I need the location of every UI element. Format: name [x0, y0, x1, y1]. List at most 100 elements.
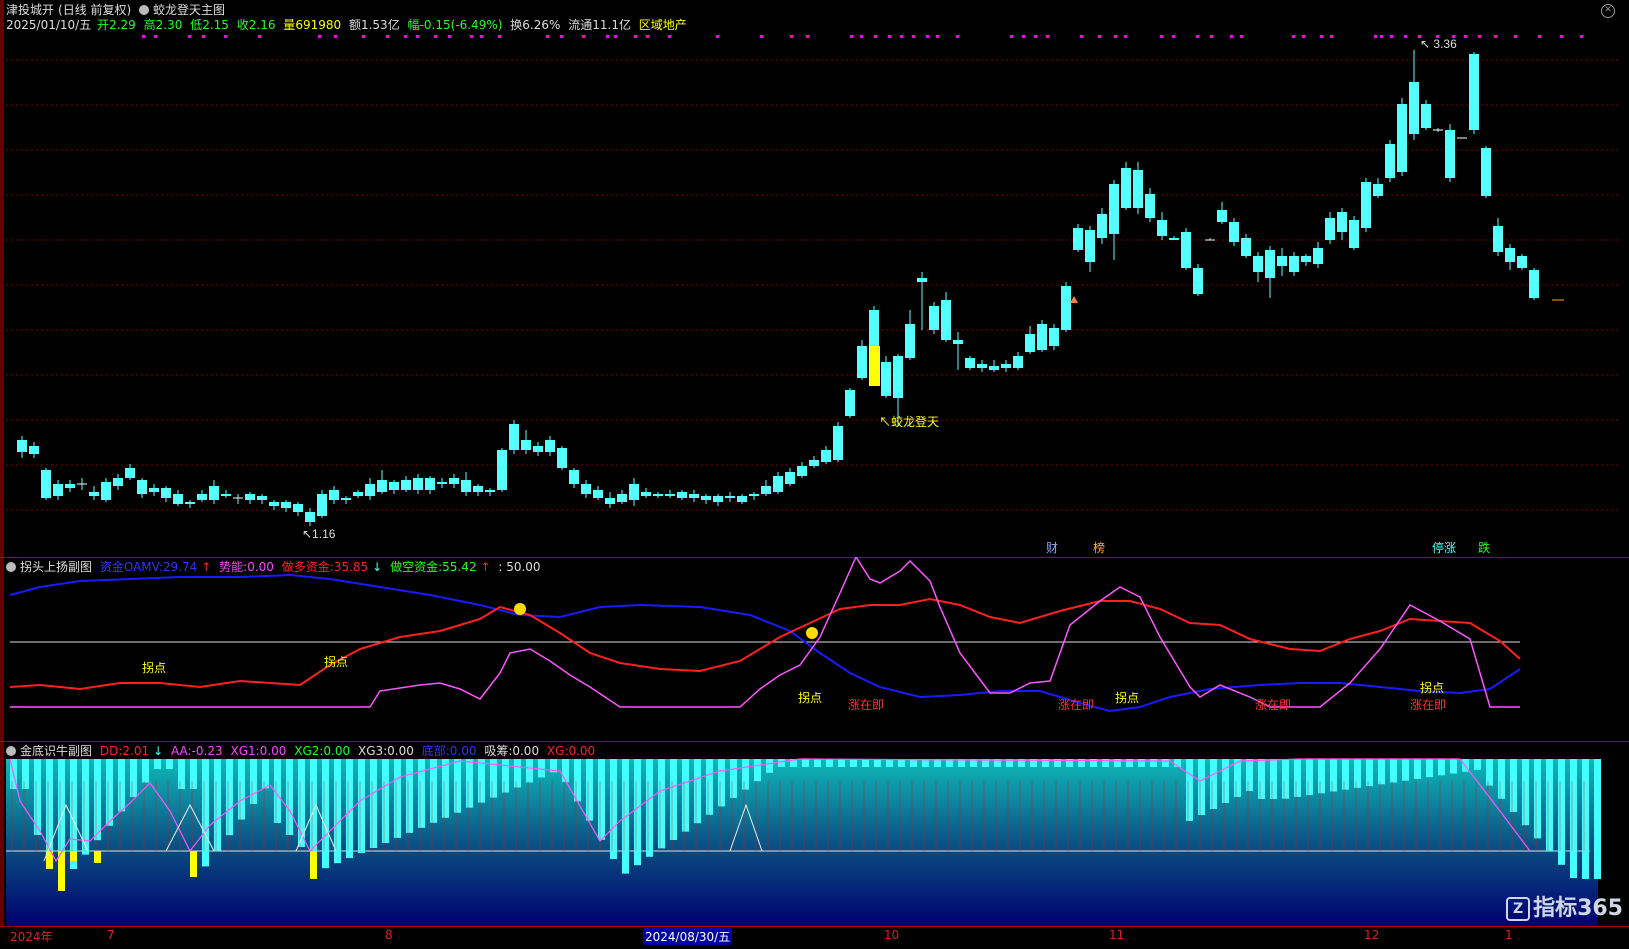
- candle: [869, 306, 879, 352]
- cyan-bar: [838, 759, 845, 767]
- candle-body: [1241, 238, 1251, 256]
- candle-body: [497, 450, 507, 490]
- candle-body: [1385, 144, 1395, 178]
- sub2-f7-value: 0.00: [512, 744, 540, 758]
- candle-body: [605, 498, 615, 504]
- candle-body: [1445, 130, 1455, 178]
- candle: [1133, 162, 1143, 214]
- cyan-bar: [898, 759, 905, 767]
- candle-body: [581, 484, 591, 494]
- candle: [557, 446, 567, 470]
- cyan-bar: [154, 759, 161, 769]
- cyan-bar: [718, 759, 725, 807]
- candle: [653, 492, 663, 498]
- guaidian-label: 拐点: [324, 654, 348, 669]
- signal-dot: [936, 35, 939, 38]
- candle: [1013, 352, 1023, 370]
- cyan-bar: [358, 759, 365, 854]
- sub1-chart[interactable]: 拐点 拐点拐点 拐点拐点涨在即 涨在即 涨在即 涨在即: [0, 557, 1629, 742]
- candle-body: [713, 496, 723, 502]
- candle: [1109, 180, 1119, 260]
- sub2-title[interactable]: 金底识牛副图: [20, 744, 92, 758]
- candle: [977, 360, 987, 372]
- candle: [53, 480, 63, 500]
- sub2-f1-label: DD:: [99, 744, 123, 758]
- candle: [461, 472, 471, 496]
- candle: [1253, 252, 1263, 282]
- main-chart[interactable]: ↖ 3.36 ↖1.16 ↖蛟龙登天财 榜 停涨 跌: [0, 0, 1629, 560]
- sub2-dropdown-icon[interactable]: [6, 746, 16, 756]
- cyan-bar: [1594, 759, 1601, 879]
- candle-body: [1409, 82, 1419, 134]
- candle-body: [701, 496, 711, 500]
- candle: [353, 490, 363, 498]
- candle-body: [29, 446, 39, 454]
- candle: [521, 430, 531, 454]
- candle-body: [749, 494, 759, 496]
- candle: [617, 490, 627, 504]
- signal-dot: [668, 35, 671, 38]
- candle-body: [1397, 104, 1407, 172]
- candle-body: [1037, 324, 1047, 350]
- candle: [1505, 244, 1515, 270]
- cyan-bar: [334, 759, 341, 864]
- candle: [209, 480, 219, 504]
- signal-dot: [806, 35, 809, 38]
- candle-body: [617, 494, 627, 502]
- sub2-f5-label: XG3:: [357, 744, 388, 758]
- candle-body: [809, 460, 819, 466]
- candle-body: [1421, 104, 1431, 128]
- signal-dot: [1330, 35, 1333, 38]
- brand-logo: Z 指标365: [1506, 890, 1623, 922]
- candle: [1085, 226, 1095, 272]
- up-triangle-icon: [1070, 296, 1078, 303]
- candle-body: [317, 494, 327, 516]
- candle-body: [653, 494, 663, 496]
- candle: [701, 494, 711, 504]
- cyan-bar: [1438, 759, 1445, 776]
- axis-label-oct: 10: [884, 928, 900, 942]
- candle: [497, 448, 507, 492]
- candle: [29, 442, 39, 458]
- candle-body: [569, 470, 579, 484]
- candle: [1205, 238, 1215, 241]
- signal-dot: [850, 35, 853, 38]
- signal-dot: [1034, 35, 1037, 38]
- candle-body: [521, 440, 531, 450]
- candle: [1097, 208, 1107, 244]
- cyan-bar: [1258, 759, 1265, 799]
- sub2-chart[interactable]: [0, 741, 1629, 927]
- signal-dot: [560, 35, 563, 38]
- cyan-bar: [514, 759, 521, 788]
- cyan-bar: [106, 759, 113, 826]
- candle-body: [305, 512, 315, 522]
- candle-body: [1013, 356, 1023, 368]
- candle: [569, 468, 579, 488]
- candle: [785, 468, 795, 486]
- cyan-bar: [1138, 759, 1145, 767]
- signal-dot: [1580, 35, 1583, 38]
- tag-tingzhang: 停涨: [1432, 540, 1456, 555]
- axis-label-jan: 1: [1505, 928, 1513, 942]
- signal-dot: [318, 35, 321, 38]
- candle-body: [593, 490, 603, 498]
- signal-dot: [1404, 35, 1407, 38]
- candle-body: [881, 362, 891, 396]
- cyan-bar: [1354, 759, 1361, 788]
- signal-dot: [1210, 35, 1213, 38]
- signal-dot: [1292, 35, 1295, 38]
- candle-body: [389, 482, 399, 490]
- cyan-bar: [310, 759, 317, 859]
- cyan-bar: [1378, 759, 1385, 785]
- candle: [101, 478, 111, 502]
- sub2-f4-value: 0.00: [323, 744, 351, 758]
- candle-body: [1181, 232, 1191, 268]
- candle-body: [353, 492, 363, 496]
- candle-body: [917, 278, 927, 282]
- candle: [1301, 254, 1311, 266]
- candle: [149, 484, 159, 496]
- signal-dot: [1302, 35, 1305, 38]
- candle-body: [1349, 220, 1359, 248]
- candle: [1265, 246, 1275, 298]
- candle-body: [1277, 256, 1287, 266]
